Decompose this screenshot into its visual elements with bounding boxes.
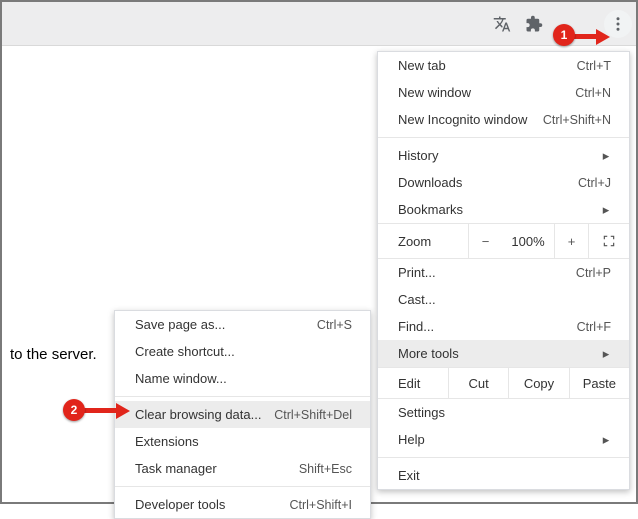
annotation-arrow-2: [78, 404, 132, 420]
submenu-developer-tools[interactable]: Developer tools Ctrl+Shift+I: [115, 491, 370, 518]
chevron-right-icon: ▸: [601, 151, 611, 161]
edit-cut-button[interactable]: Cut: [448, 368, 508, 398]
separator: [378, 137, 629, 138]
zoom-percent: 100%: [502, 234, 554, 249]
menu-more-tools[interactable]: More tools ▸: [378, 340, 629, 367]
fullscreen-button[interactable]: [588, 224, 628, 258]
menu-cast[interactable]: Cast...: [378, 286, 629, 313]
menu-new-tab[interactable]: New tab Ctrl+T: [378, 52, 629, 79]
submenu-save-page[interactable]: Save page as... Ctrl+S: [115, 311, 370, 338]
chevron-right-icon: ▸: [601, 435, 611, 445]
separator: [378, 457, 629, 458]
menu-help[interactable]: Help ▸: [378, 426, 629, 453]
annotation-badge-2: 2: [63, 399, 85, 421]
zoom-out-button[interactable]: −: [468, 224, 502, 258]
menu-downloads[interactable]: Downloads Ctrl+J: [378, 169, 629, 196]
submenu-create-shortcut[interactable]: Create shortcut...: [115, 338, 370, 365]
menu-edit-row: Edit Cut Copy Paste: [378, 367, 629, 399]
chrome-main-menu: New tab Ctrl+T New window Ctrl+N New Inc…: [377, 51, 630, 490]
page-text-fragment: to the server.: [10, 346, 97, 363]
zoom-label: Zoom: [378, 234, 468, 249]
edit-paste-button[interactable]: Paste: [569, 368, 629, 398]
edit-copy-button[interactable]: Copy: [508, 368, 568, 398]
menu-find[interactable]: Find... Ctrl+F: [378, 313, 629, 340]
menu-print[interactable]: Print... Ctrl+P: [378, 259, 629, 286]
puzzle-icon[interactable]: [520, 10, 548, 38]
toolbar: [2, 2, 636, 46]
menu-exit[interactable]: Exit: [378, 462, 629, 489]
more-tools-submenu: Save page as... Ctrl+S Create shortcut..…: [114, 310, 371, 519]
vertical-dots-icon: [609, 15, 627, 33]
menu-new-window[interactable]: New window Ctrl+N: [378, 79, 629, 106]
separator: [115, 486, 370, 487]
zoom-in-button[interactable]: +: [554, 224, 588, 258]
translate-icon[interactable]: [488, 10, 516, 38]
annotation-badge-1: 1: [553, 24, 575, 46]
fullscreen-icon: [602, 234, 616, 248]
chevron-right-icon: ▸: [601, 205, 611, 215]
menu-history[interactable]: History ▸: [378, 142, 629, 169]
submenu-clear-browsing-data[interactable]: Clear browsing data... Ctrl+Shift+Del: [115, 401, 370, 428]
menu-new-incognito[interactable]: New Incognito window Ctrl+Shift+N: [378, 106, 629, 133]
chevron-right-icon: ▸: [601, 349, 611, 359]
submenu-name-window[interactable]: Name window...: [115, 365, 370, 392]
menu-bookmarks[interactable]: Bookmarks ▸: [378, 196, 629, 223]
menu-zoom-row: Zoom − 100% +: [378, 223, 629, 259]
submenu-extensions[interactable]: Extensions: [115, 428, 370, 455]
edit-label: Edit: [378, 376, 448, 391]
menu-settings[interactable]: Settings: [378, 399, 629, 426]
submenu-task-manager[interactable]: Task manager Shift+Esc: [115, 455, 370, 482]
separator: [115, 396, 370, 397]
